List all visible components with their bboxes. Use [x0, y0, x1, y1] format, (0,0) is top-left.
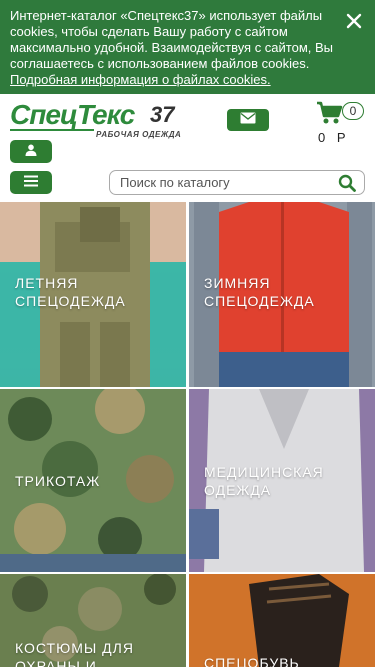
cart-widget[interactable]: 0 0 Р — [316, 100, 368, 145]
cart-count-badge: 0 — [342, 102, 364, 120]
mail-button[interactable] — [227, 109, 269, 131]
category-tile-footwear[interactable]: СПЕЦОБУВЬ — [189, 574, 375, 667]
cart-icon[interactable] — [316, 100, 344, 126]
category-label: МЕДИЦИНСКАЯ ОДЕЖДА — [204, 464, 324, 498]
logo-number: 37 — [150, 102, 175, 127]
menu-button[interactable] — [10, 171, 52, 194]
user-button[interactable] — [10, 140, 52, 163]
logo-subtitle: РАБОЧАЯ ОДЕЖДА — [96, 130, 182, 139]
category-label: ТРИКОТАЖ — [15, 473, 101, 489]
category-tile-security[interactable]: КОСТЮМЫ ДЛЯ ОХРАНЫ И — [0, 574, 186, 667]
category-tile-medical[interactable]: МЕДИЦИНСКАЯ ОДЕЖДА — [189, 389, 375, 572]
category-tile-knitwear[interactable]: ТРИКОТАЖ — [0, 389, 186, 572]
category-label: ЛЕТНЯЯ СПЕЦОДЕЖДА — [15, 275, 126, 309]
close-icon[interactable] — [345, 12, 363, 30]
site-logo[interactable]: СпецТекс 37 РАБОЧАЯ ОДЕЖДА — [10, 99, 186, 139]
category-label: КОСТЮМЫ ДЛЯ ОХРАНЫ И — [15, 640, 134, 667]
logo-underline — [10, 129, 94, 131]
category-label: ЗИМНЯЯ СПЕЦОДЕЖДА — [204, 275, 315, 309]
category-grid: ЛЕТНЯЯ СПЕЦОДЕЖДА ЗИМНЯЯ СПЕЦОДЕЖДА ТРИК… — [0, 202, 375, 667]
cookie-banner: Интернет-каталог «Спецтекс37» использует… — [0, 0, 375, 94]
category-tile-summer[interactable]: ЛЕТНЯЯ СПЕЦОДЕЖДА — [0, 202, 186, 387]
mail-icon — [240, 111, 256, 129]
site-header: СпецТекс 37 РАБОЧАЯ ОДЕЖДА 0 0 Р — [0, 94, 375, 202]
cookie-info-link[interactable]: Подробная информация о файлах cookies. — [10, 72, 271, 87]
search-bar — [109, 170, 365, 195]
cart-sum: 0 Р — [318, 130, 350, 145]
menu-icon — [24, 174, 38, 192]
category-tile-winter[interactable]: ЗИМНЯЯ СПЕЦОДЕЖДА — [189, 202, 375, 387]
logo-main-text: СпецТекс — [10, 99, 135, 130]
category-label: СПЕЦОБУВЬ — [204, 655, 300, 667]
user-icon — [25, 143, 37, 161]
search-icon[interactable] — [338, 174, 356, 192]
cookie-text: Интернет-каталог «Спецтекс37» использует… — [10, 8, 334, 71]
search-input[interactable] — [110, 171, 330, 194]
